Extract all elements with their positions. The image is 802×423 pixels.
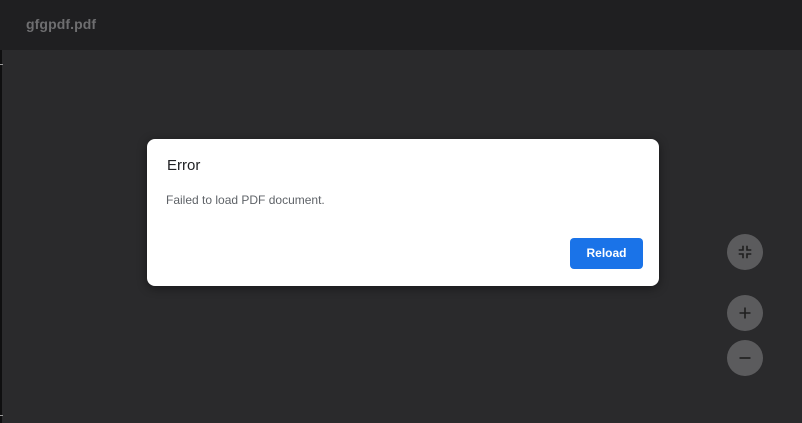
plus-icon xyxy=(739,307,751,319)
zoom-in-button[interactable] xyxy=(727,295,763,331)
reload-button[interactable]: Reload xyxy=(570,238,643,269)
fit-to-page-icon xyxy=(738,245,752,259)
viewer-toolbar: gfgpdf.pdf xyxy=(0,0,802,50)
pdf-viewer: gfgpdf.pdf Error Failed to load PDF docu… xyxy=(0,0,802,423)
edge-mark xyxy=(0,415,3,416)
dialog-title: Error xyxy=(167,157,201,174)
dialog-message: Failed to load PDF document. xyxy=(166,193,325,207)
minus-icon xyxy=(739,357,751,359)
zoom-out-button[interactable] xyxy=(727,340,763,376)
fit-to-page-button[interactable] xyxy=(727,234,763,270)
edge-mark xyxy=(0,64,3,65)
error-dialog: Error Failed to load PDF document. Reloa… xyxy=(147,139,659,286)
window-left-edge xyxy=(0,0,3,423)
document-title: gfgpdf.pdf xyxy=(26,16,97,32)
